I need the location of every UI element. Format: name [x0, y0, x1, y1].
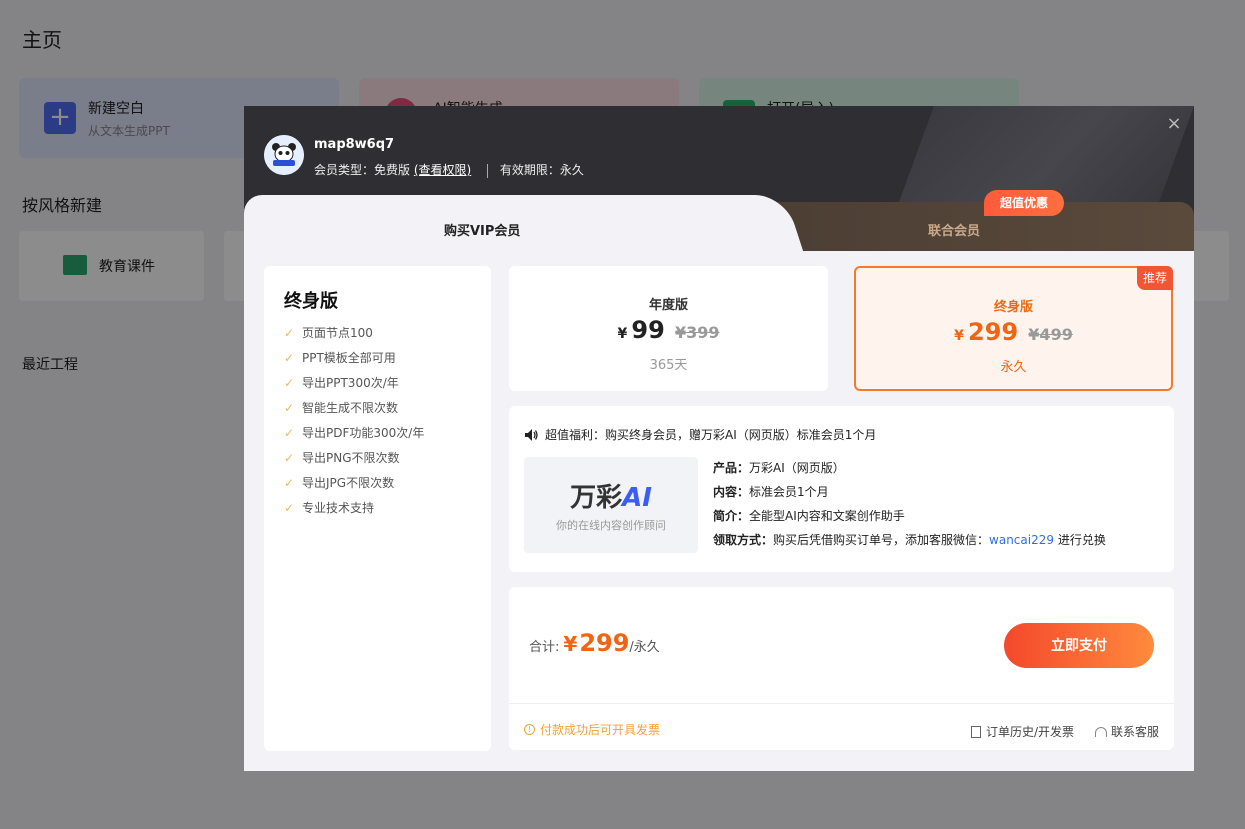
feature-item: ✓ 导出PNG不限次数 — [284, 445, 424, 470]
feature-label: 导出PPT300次/年 — [302, 376, 399, 390]
feature-label: 导出PNG不限次数 — [302, 451, 400, 465]
tab-joint-member-label[interactable]: 联合会员 — [928, 220, 980, 239]
features-list: ✓ 页面节点100 ✓ PPT模板全部可用 ✓ 导出PPT300次/年 ✓ 智能生成不限… — [284, 320, 424, 520]
value: 万彩AI（网页版） — [749, 461, 845, 475]
order-history-link[interactable]: 订单历史/开发票 — [971, 723, 1074, 740]
plan-duration: 永久 — [1000, 360, 1027, 375]
special-offer-badge: 超值优惠 — [984, 190, 1064, 216]
check-icon: ✓ — [284, 325, 295, 340]
check-icon: ✓ — [284, 375, 295, 390]
feature-label: 页面节点100 — [302, 326, 373, 340]
feature-label: 智能生成不限次数 — [302, 401, 399, 415]
bonus-headline: 超值福利：购买终身会员，赠万彩AI（网页版）标准会员1个月 — [525, 426, 876, 443]
currency-symbol: ¥ — [563, 632, 578, 656]
bonus-content-row: 内容：标准会员1个月 — [713, 483, 1106, 507]
bonus-intro-row: 简介：全能型AI内容和文案创作助手 — [713, 507, 1106, 531]
brand-ai: AI — [622, 483, 652, 513]
member-info: 会员类型：免费版 (查看权限) 有效期限：永久 — [314, 161, 584, 178]
price-value: 299 — [968, 318, 1019, 346]
avatar — [264, 135, 304, 175]
original-price: ¥499 — [1028, 325, 1073, 344]
value: 购买后凭借购买订单号，添加客服微信： — [773, 533, 990, 547]
feature-label: 专业技术支持 — [302, 501, 375, 515]
plan-duration: 365天 — [649, 358, 688, 373]
check-icon: ✓ — [284, 400, 295, 415]
member-type-value: 免费版 — [374, 163, 411, 177]
member-type-label: 会员类型： — [314, 163, 375, 177]
label: 领取方式： — [713, 533, 774, 547]
wancai-ai-logo: 万彩AI — [524, 477, 698, 514]
plan-price: ¥ 299 ¥499 — [856, 318, 1171, 346]
label: 内容： — [713, 485, 750, 499]
document-icon — [971, 725, 981, 738]
check-icon: ✓ — [284, 500, 295, 515]
view-rights-link[interactable]: (查看权限) — [414, 163, 471, 177]
price-value: 99 — [631, 316, 665, 344]
wancai-ai-logo-box: 万彩AI 你的在线内容创作顾问 — [524, 457, 698, 553]
tab-buy-vip-label[interactable]: 购买VIP会员 — [444, 220, 520, 239]
feature-label: 导出JPG不限次数 — [302, 476, 395, 490]
bonus-headline-text: 超值福利：购买终身会员，赠万彩AI（网页版）标准会员1个月 — [545, 428, 877, 442]
features-title: 终身版 — [284, 291, 338, 312]
total-value: 299 — [579, 629, 630, 657]
bonus-details: 产品：万彩AI（网页版） 内容：标准会员1个月 简介：全能型AI内容和文案创作助… — [713, 459, 1106, 555]
feature-label: 导出PDF功能300次/年 — [302, 426, 425, 440]
info-icon: ! — [524, 724, 535, 735]
value: 全能型AI内容和文案创作助手 — [749, 509, 905, 523]
currency-symbol: ¥ — [954, 328, 964, 344]
total-label: 合计: — [529, 640, 560, 655]
pay-now-button[interactable]: 立即支付 — [1004, 623, 1154, 668]
plan-annual[interactable]: 年度版 ¥ 99 ¥399 365天 — [509, 266, 828, 391]
divider — [487, 163, 489, 178]
headset-icon — [1095, 726, 1107, 737]
feature-item: ✓ 专业技术支持 — [284, 495, 424, 520]
order-history-label: 订单历史/开发票 — [986, 725, 1075, 739]
value: 标准会员1个月 — [749, 485, 829, 499]
invoice-note-text: 付款成功后可开具发票 — [540, 723, 661, 737]
feature-label: PPT模板全部可用 — [302, 351, 396, 365]
plan-price: ¥ 99 ¥399 — [509, 316, 828, 344]
original-price: ¥399 — [674, 323, 720, 342]
plan-lifetime[interactable]: 推荐 终身版 ¥ 299 ¥499 永久 — [854, 266, 1173, 391]
plan-name: 年度版 — [648, 298, 688, 313]
support-label: 联系客服 — [1111, 725, 1160, 739]
check-icon: ✓ — [284, 475, 295, 490]
recommended-badge: 推荐 — [1137, 266, 1173, 290]
speaker-icon — [525, 428, 538, 441]
close-icon[interactable]: × — [1166, 115, 1182, 133]
label: 简介： — [713, 509, 750, 523]
vip-purchase-modal: map8w6q7 会员类型：免费版 (查看权限) 有效期限：永久 × 联合会员 … — [244, 106, 1194, 771]
wechat-id[interactable]: wancai229 — [989, 533, 1054, 547]
validity-value: 永久 — [559, 163, 584, 177]
invoice-note: ! 付款成功后可开具发票 — [524, 721, 660, 738]
feature-item: ✓ 页面节点100 — [284, 320, 424, 345]
total-unit: /永久 — [629, 640, 660, 655]
feature-item: ✓ 智能生成不限次数 — [284, 395, 424, 420]
bonus-panel: 超值福利：购买终身会员，赠万彩AI（网页版）标准会员1个月 万彩AI 你的在线内… — [509, 406, 1174, 572]
features-panel: 终身版 ✓ 页面节点100 ✓ PPT模板全部可用 ✓ 导出PPT300次/年 ✓ 智能… — [264, 266, 491, 751]
divider — [509, 703, 1174, 704]
label: 产品： — [713, 461, 750, 475]
payment-panel: 合计: ¥ 299 /永久 立即支付 ! 付款成功后可开具发票 订单历史/开发票… — [509, 587, 1174, 750]
feature-item: ✓ PPT模板全部可用 — [284, 345, 424, 370]
plan-name: 终身版 — [993, 300, 1033, 315]
brand-name: 万彩 — [570, 483, 623, 513]
feature-item: ✓ 导出PPT300次/年 — [284, 370, 424, 395]
check-icon: ✓ — [284, 450, 295, 465]
feature-item: ✓ 导出PDF功能300次/年 — [284, 420, 424, 445]
claim-suffix: 进行兑换 — [1054, 533, 1106, 547]
username: map8w6q7 — [314, 137, 395, 152]
bonus-product-row: 产品：万彩AI（网页版） — [713, 459, 1106, 483]
bonus-claim-row: 领取方式：购买后凭借购买订单号，添加客服微信：wancai229 进行兑换 — [713, 531, 1106, 555]
check-icon: ✓ — [284, 425, 295, 440]
total-amount: 合计: ¥ 299 /永久 — [529, 629, 660, 657]
contact-support-link[interactable]: 联系客服 — [1095, 723, 1159, 740]
currency-symbol: ¥ — [617, 326, 628, 342]
brand-tagline: 你的在线内容创作顾问 — [556, 519, 666, 532]
validity-label: 有效期限： — [499, 163, 560, 177]
check-icon: ✓ — [284, 350, 295, 365]
feature-item: ✓ 导出JPG不限次数 — [284, 470, 424, 495]
